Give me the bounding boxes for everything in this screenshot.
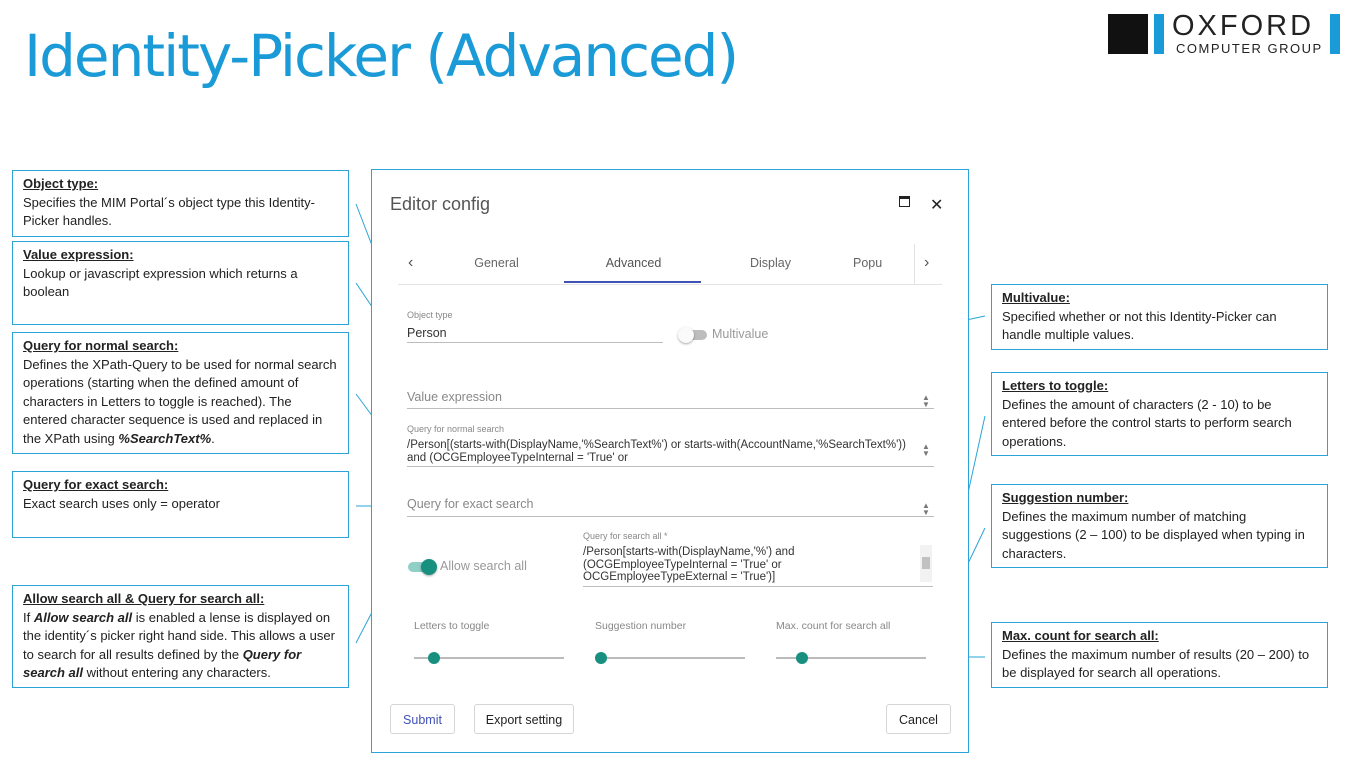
letters-to-toggle-slider-knob[interactable] — [427, 652, 440, 664]
page-title: Identity-Picker (Advanced) — [24, 22, 739, 90]
value-expression-underline — [407, 408, 934, 409]
letters-to-toggle-label: Letters to toggle — [414, 620, 490, 632]
query-exact-input[interactable]: Query for exact search — [407, 497, 533, 511]
value-expression-input[interactable]: Value expression — [407, 390, 502, 404]
object-type-field[interactable]: Object type Person — [407, 310, 663, 340]
note-letters-to-toggle: Letters to toggle: Defines the amount of… — [991, 372, 1328, 456]
allow-search-all-toggle-knob — [421, 559, 437, 575]
chevron-left-icon[interactable]: ‹ — [408, 254, 413, 272]
maximize-icon[interactable] — [899, 194, 910, 212]
close-icon[interactable]: ✕ — [930, 195, 943, 215]
max-count-search-all-slider-knob[interactable] — [795, 652, 808, 664]
submit-button[interactable]: Submit — [390, 704, 455, 734]
note-query-normal: Query for normal search: Defines the XPa… — [12, 332, 349, 454]
query-normal-label: Query for normal search — [407, 424, 505, 434]
query-search-all-label: Query for search all * — [583, 531, 668, 541]
object-type-label: Object type — [407, 310, 453, 320]
query-search-all-field[interactable]: Query for search all * /Person[starts-wi… — [583, 531, 913, 584]
cancel-button[interactable]: Cancel — [886, 704, 951, 734]
query-search-all-value: /Person[starts-with(DisplayName,'%') and… — [583, 546, 795, 583]
allow-search-all-label: Allow search all — [440, 559, 527, 573]
editor-config-dialog: Editor config ✕ ‹ General Advanced Displ… — [371, 169, 969, 753]
multivalue-toggle[interactable] — [678, 327, 707, 343]
value-expression-stepper[interactable]: ▲ ▼ — [922, 394, 930, 409]
note-query-exact: Query for exact search: Exact search use… — [12, 471, 349, 538]
query-exact-underline — [407, 516, 934, 517]
object-type-underline — [407, 342, 663, 343]
tab-scroll-divider — [914, 244, 915, 284]
tab-general[interactable]: General — [428, 256, 565, 270]
suggestion-number-label: Suggestion number — [595, 620, 687, 632]
tab-display[interactable]: Display — [702, 256, 839, 270]
note-multivalue: Multivalue: Specified whether or not thi… — [991, 284, 1328, 350]
note-allow-search-all: Allow search all & Query for search all:… — [12, 585, 349, 688]
active-tab-indicator — [564, 281, 701, 283]
suggestion-number-slider[interactable] — [595, 657, 745, 659]
query-search-all-scrollbar[interactable] — [920, 545, 932, 582]
query-normal-field[interactable]: Query for normal search /Person[(starts-… — [407, 424, 917, 464]
multivalue-label: Multivalue — [712, 327, 769, 341]
dialog-title: Editor config — [390, 194, 491, 214]
tab-bar: ‹ General Advanced Display Popu › — [398, 244, 942, 285]
oxford-logo: OXFORD COMPUTER GROUP — [1108, 10, 1344, 56]
query-search-all-underline — [583, 586, 933, 587]
note-suggestion-number: Suggestion number: Defines the maximum n… — [991, 484, 1328, 568]
chevron-right-icon[interactable]: › — [924, 254, 929, 272]
note-value-expression: Value expression: Lookup or javascript e… — [12, 241, 349, 325]
query-search-all-scroll-thumb[interactable] — [922, 557, 930, 569]
logo-bar-left — [1154, 14, 1164, 54]
logo-text-oxford: OXFORD — [1172, 10, 1315, 42]
allow-search-all-toggle[interactable] — [408, 559, 437, 575]
max-count-search-all-label: Max. count for search all — [776, 620, 891, 632]
export-setting-button[interactable]: Export setting — [474, 704, 574, 734]
multivalue-toggle-knob — [678, 327, 694, 343]
suggestion-number-slider-knob[interactable] — [595, 652, 607, 664]
tab-advanced[interactable]: Advanced — [565, 256, 702, 270]
query-exact-stepper[interactable]: ▲ ▼ — [922, 502, 930, 517]
object-type-value: Person — [407, 326, 447, 340]
note-object-type: Object type: Specifies the MIM Portal´s … — [12, 170, 349, 237]
query-normal-scroll[interactable]: ▲ ▼ — [922, 443, 930, 458]
note-max-count: Max. count for search all: Defines the m… — [991, 622, 1328, 688]
logo-text-computer-group: COMPUTER GROUP — [1176, 41, 1323, 56]
logo-black-square — [1108, 14, 1148, 54]
query-normal-underline — [407, 466, 934, 467]
tab-popup[interactable]: Popu — [853, 256, 913, 270]
logo-bar-right — [1330, 14, 1340, 54]
query-normal-value: /Person[(starts-with(DisplayName,'%Searc… — [407, 439, 906, 464]
